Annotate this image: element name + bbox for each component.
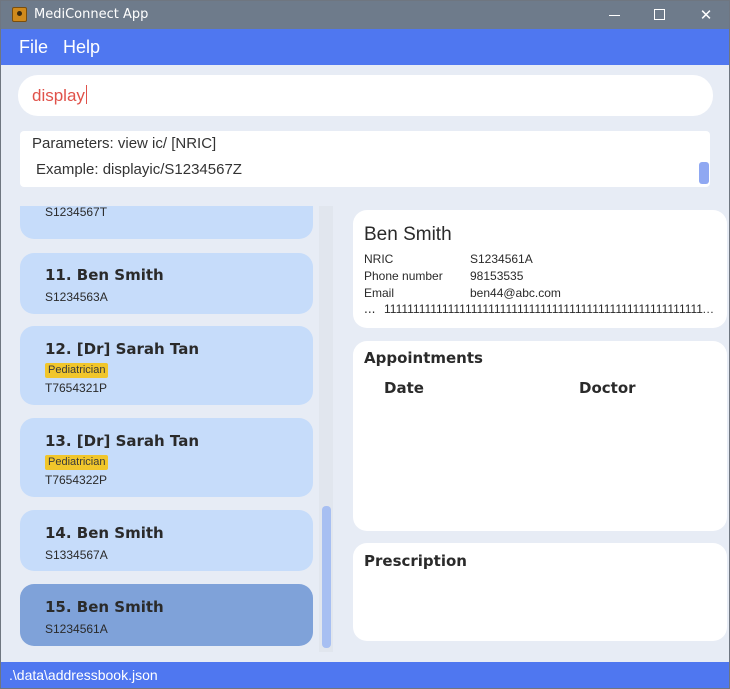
menu-bar: File Help xyxy=(1,29,729,65)
person-list-scrollbar-thumb[interactable] xyxy=(322,506,331,648)
minimize-icon xyxy=(609,15,620,16)
person-nric: S1234563A xyxy=(45,290,108,304)
person-detail-panel: Ben Smith NRIC S1234561A Phone number 98… xyxy=(353,210,727,328)
detail-value-phone: 98153535 xyxy=(470,269,524,283)
result-line-example: Example: displayic/S1234567Z xyxy=(36,161,242,178)
result-line-parameters: Parameters: view ic/ [NRIC] xyxy=(32,135,217,152)
person-name: 15. Ben Smith xyxy=(45,598,164,616)
detail-label-truncated: ... xyxy=(364,302,376,316)
appointments-heading: Appointments xyxy=(364,349,483,367)
detail-label-phone: Phone number xyxy=(364,269,443,283)
status-bar: .\data\addressbook.json xyxy=(1,662,729,688)
appointments-panel: Appointments Date Doctor xyxy=(353,341,727,531)
text-caret xyxy=(85,85,87,104)
menu-file[interactable]: File xyxy=(19,37,48,58)
command-value: display xyxy=(32,86,85,105)
person-tag: Pediatrician xyxy=(45,363,109,378)
person-name: 13. [Dr] Sarah Tan xyxy=(45,432,200,450)
person-card[interactable]: 12. [Dr] Sarah Tan Pediatrician T7654321… xyxy=(20,326,313,405)
detail-label-nric: NRIC xyxy=(364,252,394,266)
result-display[interactable]: Parameters: view ic/ [NRIC] Example: dis… xyxy=(20,131,710,187)
detail-value-truncated: 1111111111111111111111111111111111111111… xyxy=(384,302,717,316)
person-nric: S1234561A xyxy=(45,622,108,636)
detail-value-nric: S1234561A xyxy=(470,252,533,266)
close-icon: ✕ xyxy=(699,6,713,24)
status-file-path: .\data\addressbook.json xyxy=(9,667,158,683)
appointments-column-date[interactable]: Date xyxy=(384,379,424,397)
close-button[interactable]: ✕ xyxy=(683,1,729,29)
app-logo-icon xyxy=(12,7,27,22)
person-list[interactable]: friends owesMoney S1234567T 11. Ben Smit… xyxy=(18,206,333,652)
command-input[interactable]: display xyxy=(18,75,713,116)
person-nric: S1334567A xyxy=(45,548,108,562)
maximize-icon xyxy=(654,9,665,20)
prescription-panel: Prescription xyxy=(353,543,727,641)
person-card[interactable]: 11. Ben Smith S1234563A xyxy=(20,253,313,314)
minimize-button[interactable] xyxy=(591,1,637,29)
window-title: MediConnect App xyxy=(34,7,149,22)
app-window: MediConnect App ✕ File Help display Para… xyxy=(0,0,730,689)
command-input-text: display xyxy=(32,85,87,106)
appointments-column-doctor[interactable]: Doctor xyxy=(579,379,636,397)
result-scrollbar-thumb[interactable] xyxy=(699,162,709,184)
person-name: 11. Ben Smith xyxy=(45,266,164,284)
maximize-button[interactable] xyxy=(637,1,683,29)
person-card[interactable]: 14. Ben Smith S1334567A xyxy=(20,510,313,571)
person-card[interactable]: friends owesMoney S1234567T xyxy=(20,206,313,239)
detail-label-email: Email xyxy=(364,286,395,300)
person-nric: T7654322P xyxy=(45,473,108,487)
menu-help[interactable]: Help xyxy=(63,37,100,58)
person-nric: T7654321P xyxy=(45,381,108,395)
title-bar[interactable]: MediConnect App ✕ xyxy=(1,1,729,29)
prescription-heading: Prescription xyxy=(364,552,467,570)
person-name: 14. Ben Smith xyxy=(45,524,164,542)
person-tag: Pediatrician xyxy=(45,455,109,470)
person-nric: S1234567T xyxy=(45,206,108,219)
person-card[interactable]: 13. [Dr] Sarah Tan Pediatrician T7654322… xyxy=(20,418,313,497)
detail-name: Ben Smith xyxy=(364,224,452,245)
person-name: 12. [Dr] Sarah Tan xyxy=(45,340,200,358)
person-card-selected[interactable]: 15. Ben Smith S1234561A xyxy=(20,584,313,646)
detail-value-email: ben44@abc.com xyxy=(470,286,561,300)
